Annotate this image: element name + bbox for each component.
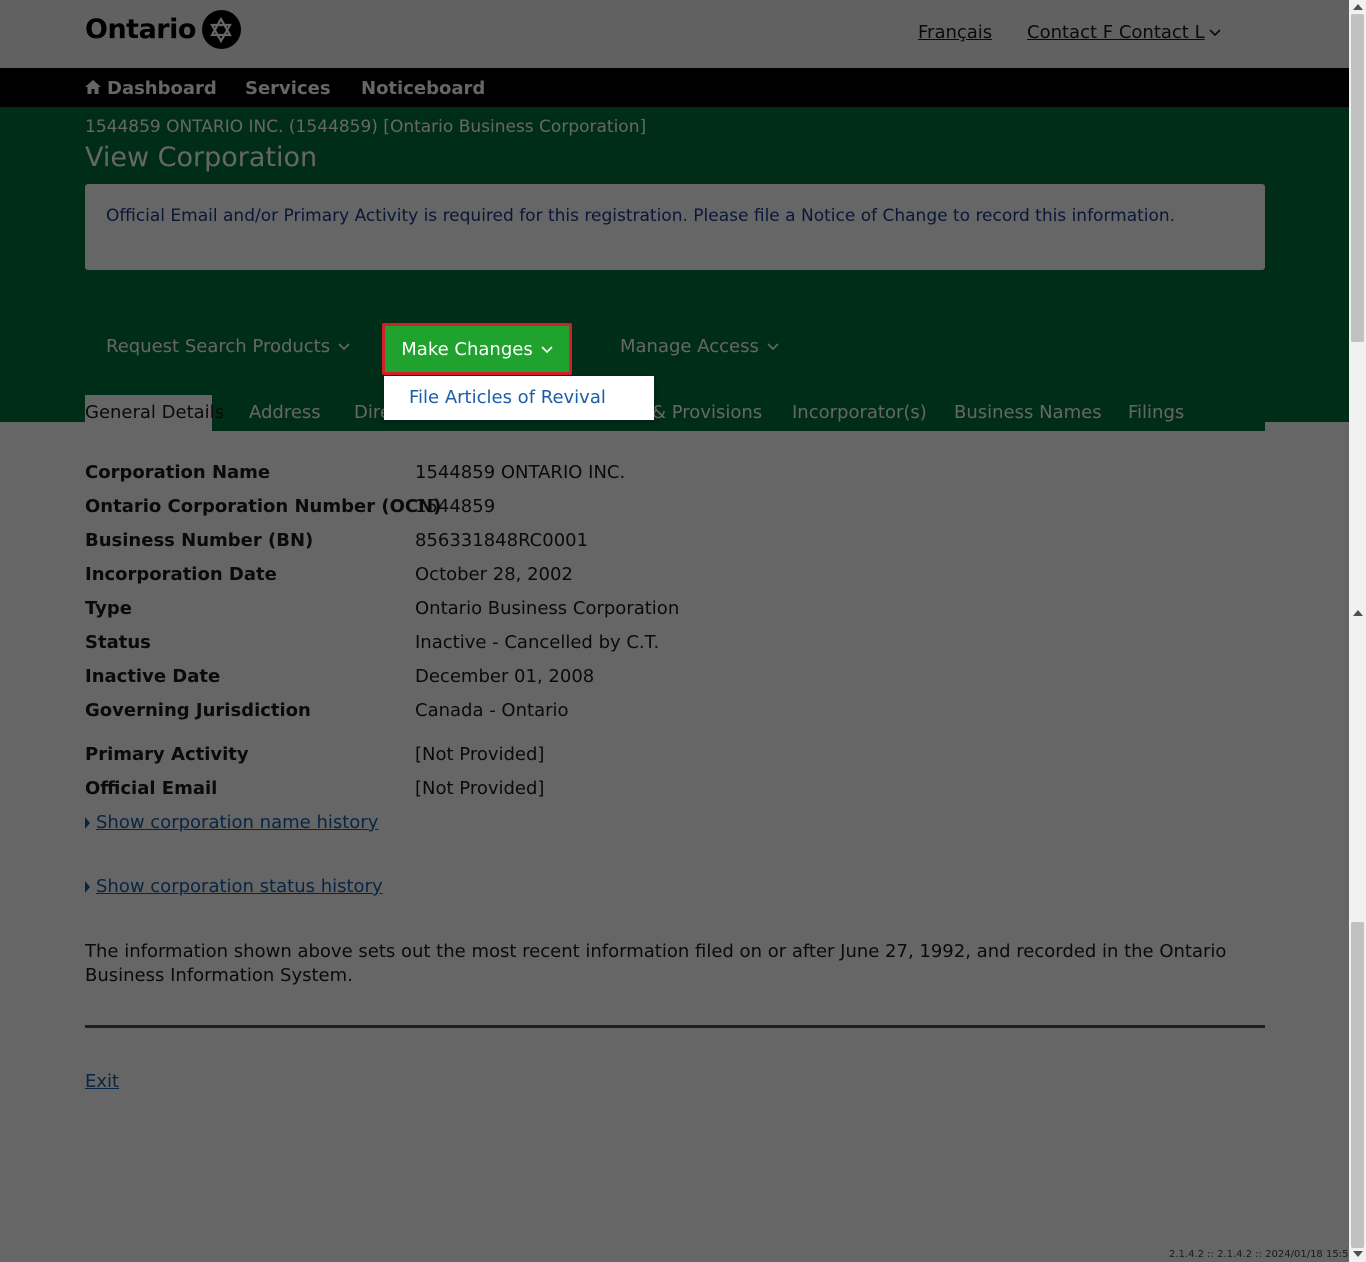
caret-right-icon bbox=[85, 816, 90, 829]
request-search-label: Request Search Products bbox=[106, 336, 331, 357]
page: Ontario Français Contact F Contact L Das… bbox=[0, 0, 1355, 1262]
chevron-down-icon bbox=[338, 336, 350, 357]
nav-services[interactable]: Services bbox=[245, 78, 331, 99]
caret-right-icon bbox=[85, 880, 90, 893]
tab-address[interactable]: Address bbox=[249, 402, 321, 423]
scrollbar-thumb[interactable] bbox=[1351, 922, 1364, 1248]
scrollbar-thumb[interactable] bbox=[1351, 14, 1364, 342]
make-changes-label: Make Changes bbox=[401, 338, 533, 360]
tabs-bar bbox=[212, 422, 1265, 431]
nav-dashboard[interactable]: Dashboard bbox=[85, 78, 217, 99]
detail-value: Inactive - Cancelled by C.T. bbox=[415, 632, 660, 653]
detail-value: 1544859 bbox=[415, 496, 496, 517]
detail-label: Corporation Name bbox=[85, 462, 271, 483]
notice-text: Official Email and/or Primary Activity i… bbox=[106, 206, 1176, 226]
status-history-label: Show corporation status history bbox=[96, 876, 383, 897]
version-info: 2.1.4.2 :: 2.1.4.2 :: 2024/01/18 15:53 bbox=[1169, 1249, 1355, 1260]
detail-label: Primary Activity bbox=[85, 744, 249, 765]
exit-link[interactable]: Exit bbox=[85, 1071, 119, 1092]
detail-value: Ontario Business Corporation bbox=[415, 598, 680, 619]
request-search-products-button[interactable]: Request Search Products bbox=[106, 336, 350, 357]
footnote: The information shown above sets out the… bbox=[85, 941, 1227, 986]
detail-label: Business Number (BN) bbox=[85, 530, 314, 551]
tab-general-details[interactable]: General Details bbox=[85, 402, 224, 423]
page-title: View Corporation bbox=[85, 142, 318, 173]
chevron-down-icon bbox=[767, 336, 779, 357]
name-history-label: Show corporation name history bbox=[96, 812, 379, 833]
chevron-down-icon bbox=[1209, 22, 1221, 43]
manage-access-button[interactable]: Manage Access bbox=[620, 336, 779, 357]
language-link[interactable]: Français bbox=[918, 22, 992, 43]
detail-value: October 28, 2002 bbox=[415, 564, 573, 585]
detail-value: Canada - Ontario bbox=[415, 700, 569, 721]
scroll-up-icon[interactable] bbox=[1353, 4, 1363, 10]
detail-label: Official Email bbox=[85, 778, 218, 799]
trillium-icon bbox=[201, 10, 241, 49]
logo-text: Ontario bbox=[85, 14, 196, 45]
notice-alert: Official Email and/or Primary Activity i… bbox=[85, 184, 1265, 270]
detail-value: 1544859 ONTARIO INC. bbox=[415, 462, 626, 483]
tab-business-names[interactable]: Business Names bbox=[954, 402, 1102, 423]
detail-label: Incorporation Date bbox=[85, 564, 277, 585]
chevron-down-icon bbox=[541, 339, 553, 360]
divider bbox=[85, 1025, 1265, 1028]
detail-label: Inactive Date bbox=[85, 666, 221, 687]
manage-access-label: Manage Access bbox=[620, 336, 759, 357]
scroll-down-icon[interactable] bbox=[1353, 1251, 1363, 1257]
detail-label: Type bbox=[85, 598, 132, 619]
detail-value: [Not Provided] bbox=[415, 778, 545, 799]
nav-noticeboard[interactable]: Noticeboard bbox=[361, 78, 485, 99]
detail-label: Governing Jurisdiction bbox=[85, 700, 311, 721]
user-menu[interactable]: Contact F Contact L bbox=[1027, 22, 1221, 43]
detail-label: Status bbox=[85, 632, 151, 653]
nav-dashboard-label: Dashboard bbox=[107, 78, 217, 99]
scroll-up-icon[interactable] bbox=[1353, 610, 1363, 616]
detail-value: 856331848RC0001 bbox=[415, 530, 589, 551]
tab-incorporators[interactable]: Incorporator(s) bbox=[792, 402, 927, 423]
detail-value: [Not Provided] bbox=[415, 744, 545, 765]
tab-filings[interactable]: Filings bbox=[1128, 402, 1184, 423]
ontario-logo[interactable]: Ontario bbox=[85, 10, 241, 49]
make-changes-button[interactable]: Make Changes bbox=[382, 323, 572, 375]
corporation-heading: 1544859 ONTARIO INC. (1544859) [Ontario … bbox=[85, 117, 647, 137]
detail-value: December 01, 2008 bbox=[415, 666, 595, 687]
name-history-toggle[interactable]: Show corporation name history bbox=[85, 812, 378, 833]
detail-label: Ontario Corporation Number (OCN) bbox=[85, 496, 442, 517]
main-nav: Dashboard Services Noticeboard bbox=[0, 68, 1349, 107]
status-history-toggle[interactable]: Show corporation status history bbox=[85, 876, 383, 897]
make-changes-menu: File Articles of Revival bbox=[384, 376, 654, 420]
site-header: Ontario Français Contact F Contact L bbox=[0, 0, 1349, 68]
menu-item-file-articles-of-revival[interactable]: File Articles of Revival bbox=[409, 387, 606, 408]
home-icon bbox=[85, 78, 101, 99]
tab-provisions[interactable]: & Provisions bbox=[652, 402, 762, 423]
user-menu-label: Contact F Contact L bbox=[1027, 22, 1205, 43]
